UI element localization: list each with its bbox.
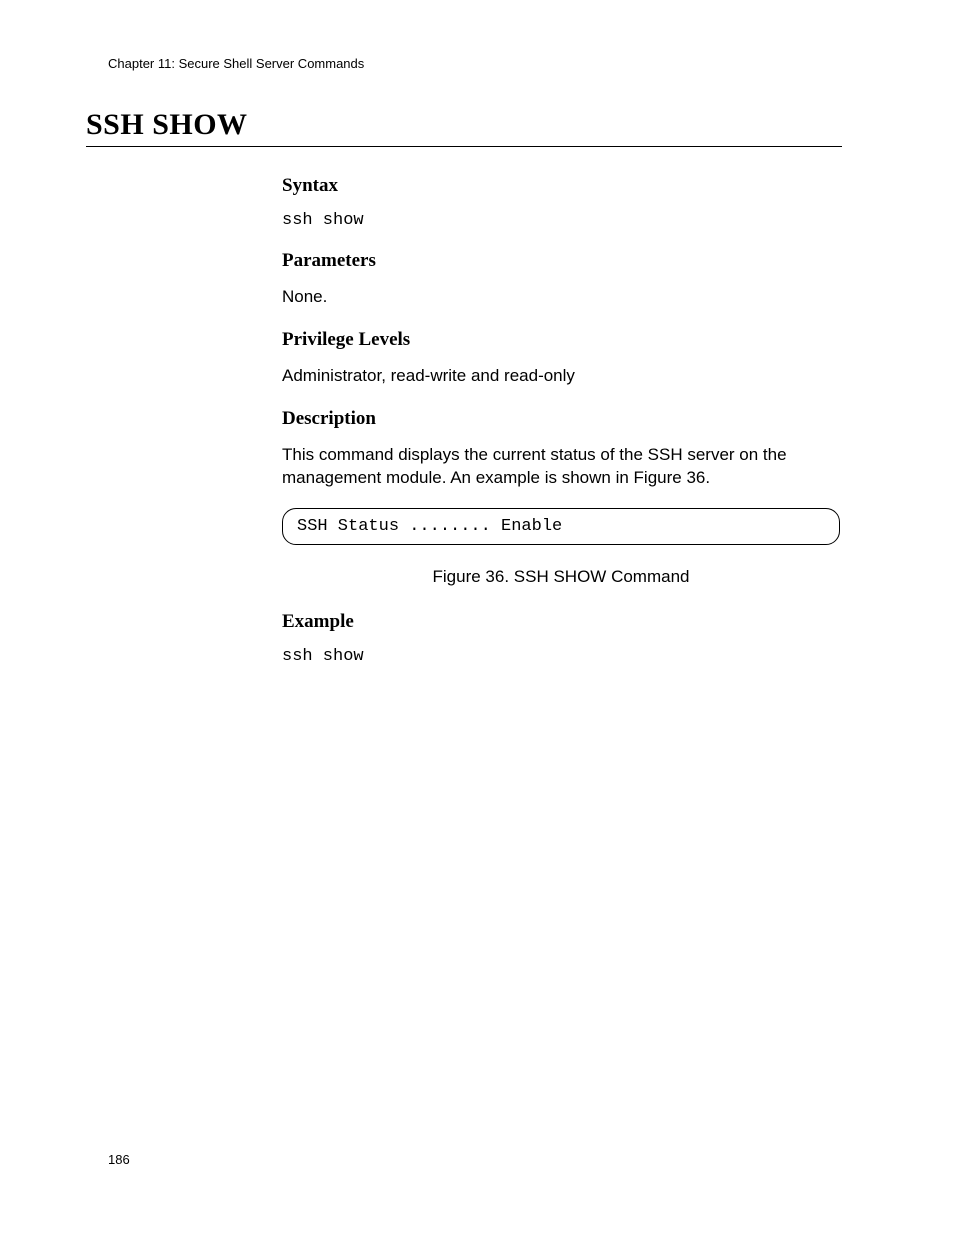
parameters-heading: Parameters [282, 250, 840, 272]
page: Chapter 11: Secure Shell Server Commands… [0, 0, 954, 1235]
privilege-heading: Privilege Levels [282, 329, 840, 351]
privilege-text: Administrator, read-write and read-only [282, 365, 840, 388]
command-title-block: SSH SHOW [86, 108, 842, 147]
description-text: This command displays the current status… [282, 444, 840, 490]
example-code: ssh show [282, 647, 840, 666]
figure-caption: Figure 36. SSH SHOW Command [282, 567, 840, 587]
parameters-text: None. [282, 286, 840, 309]
syntax-heading: Syntax [282, 175, 840, 197]
command-title: SSH SHOW [86, 108, 842, 142]
chapter-header: Chapter 11: Secure Shell Server Commands [108, 56, 364, 71]
figure-content: SSH Status ........ Enable [297, 517, 562, 536]
example-heading: Example [282, 611, 840, 633]
content-area: Syntax ssh show Parameters None. Privile… [282, 175, 840, 684]
description-heading: Description [282, 408, 840, 430]
page-number: 186 [108, 1152, 130, 1167]
syntax-code: ssh show [282, 211, 840, 230]
figure-box: SSH Status ........ Enable [282, 508, 840, 545]
